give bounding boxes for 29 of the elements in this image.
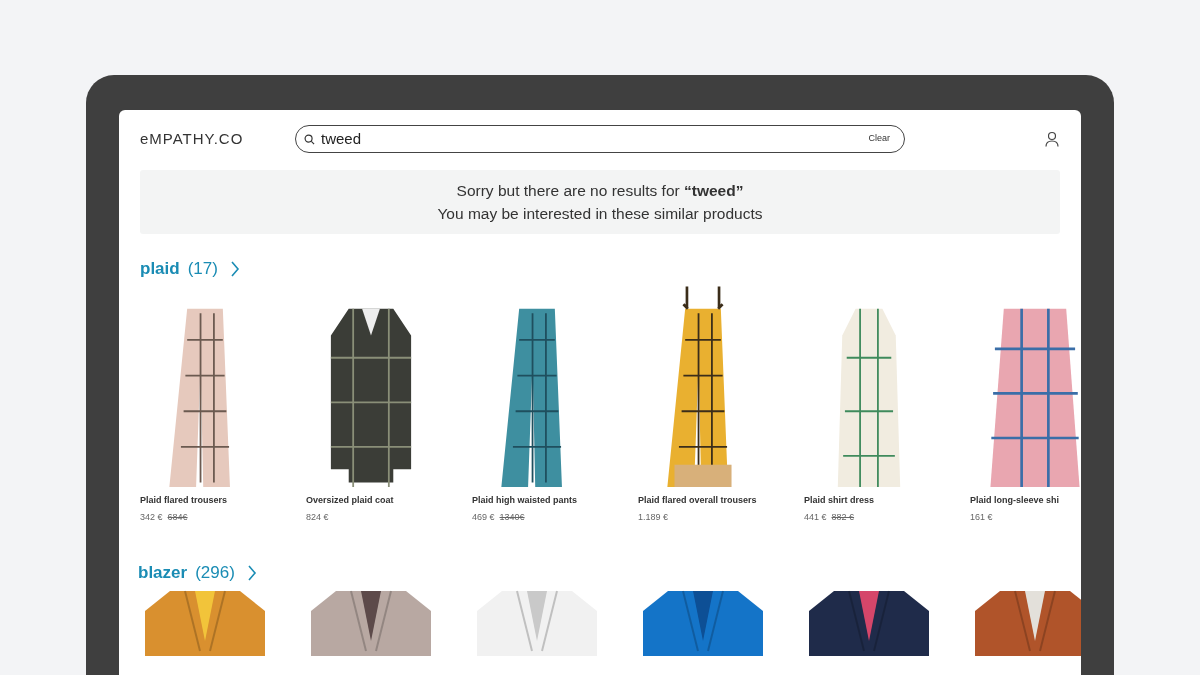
original-price: 1340€ <box>499 510 525 524</box>
product-price: 1.189 € <box>638 510 669 524</box>
product-name[interactable]: Plaid flared overall trousers <box>638 494 768 508</box>
search-icon <box>304 133 315 145</box>
product-price: 161 € <box>970 510 993 524</box>
product-price: 824 € <box>306 510 329 524</box>
clear-button[interactable]: Clear <box>868 132 896 146</box>
logo[interactable]: eMPATHY.CO <box>140 127 295 151</box>
category-link[interactable]: plaid (17) <box>140 256 218 282</box>
chevron-right-icon[interactable] <box>246 565 257 581</box>
suggestion-message: You may be interested in these similar products <box>437 204 763 224</box>
product-name[interactable]: Plaid high waisted pants <box>472 494 602 508</box>
result-count: (296) <box>195 562 235 585</box>
product-name[interactable]: Plaid flared trousers <box>140 494 270 508</box>
result-count: (17) <box>187 258 218 281</box>
original-price: 684€ <box>167 510 188 524</box>
product-price: 342 € <box>140 510 163 524</box>
user-icon[interactable] <box>1045 131 1059 147</box>
product-name[interactable]: Oversized plaid coat <box>306 494 436 508</box>
no-results-message: Sorry but there are no results for “tweed” <box>456 181 744 201</box>
category-title: blazer <box>138 562 188 585</box>
product-price: 441 € <box>804 510 827 524</box>
product-name[interactable]: Plaid long-sleeve shi <box>970 494 1081 508</box>
product-price: 469 € <box>472 510 495 524</box>
product-name[interactable]: Plaid shirt dress <box>804 494 934 508</box>
category-title: plaid <box>140 258 180 281</box>
original-price: 882 € <box>831 510 855 524</box>
chevron-right-icon[interactable] <box>229 261 240 277</box>
category-link[interactable]: blazer (296) <box>138 560 235 586</box>
